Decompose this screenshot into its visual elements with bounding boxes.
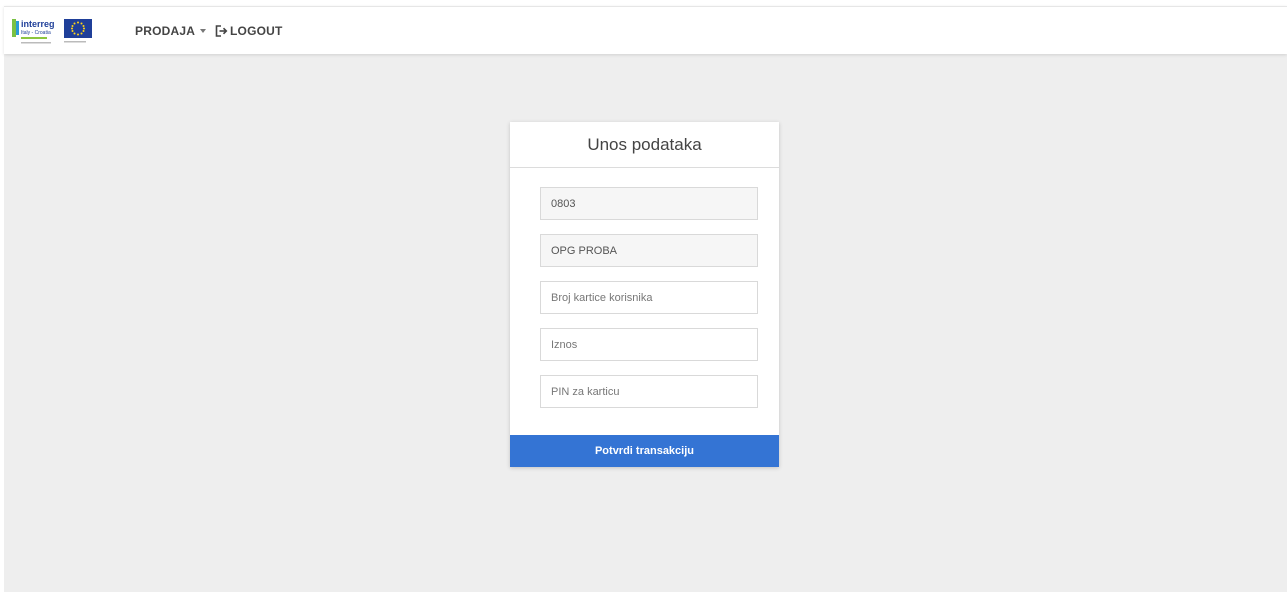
seller-name-field[interactable] [540,234,758,267]
pin-input[interactable] [540,375,758,408]
app-window: interreg Italy - Croatia PRODAJA LOGOUT … [0,0,1287,592]
top-navbar: interreg Italy - Croatia PRODAJA LOGOUT [4,6,1287,54]
nav-logout-link[interactable]: LOGOUT [215,24,283,38]
nav-prodaja-label: PRODAJA [135,24,196,38]
logo-subtitle: Italy - Croatia [21,30,51,36]
confirm-transaction-button[interactable]: Potvrdi transakciju [510,435,779,467]
interreg-logo[interactable]: interreg Italy - Croatia [12,17,96,47]
logout-icon [215,25,228,37]
card-number-input[interactable] [540,281,758,314]
code-field[interactable] [540,187,758,220]
data-entry-card: Unos podataka Potvrdi transakciju [510,122,779,467]
caret-down-icon [200,29,207,33]
amount-input[interactable] [540,328,758,361]
nav-logout-label: LOGOUT [230,24,283,38]
card-title: Unos podataka [510,122,779,168]
main-content: Unos podataka Potvrdi transakciju [4,53,1287,592]
logo-brand: interreg [21,19,55,29]
nav-prodaja-dropdown[interactable]: PRODAJA [135,24,207,38]
